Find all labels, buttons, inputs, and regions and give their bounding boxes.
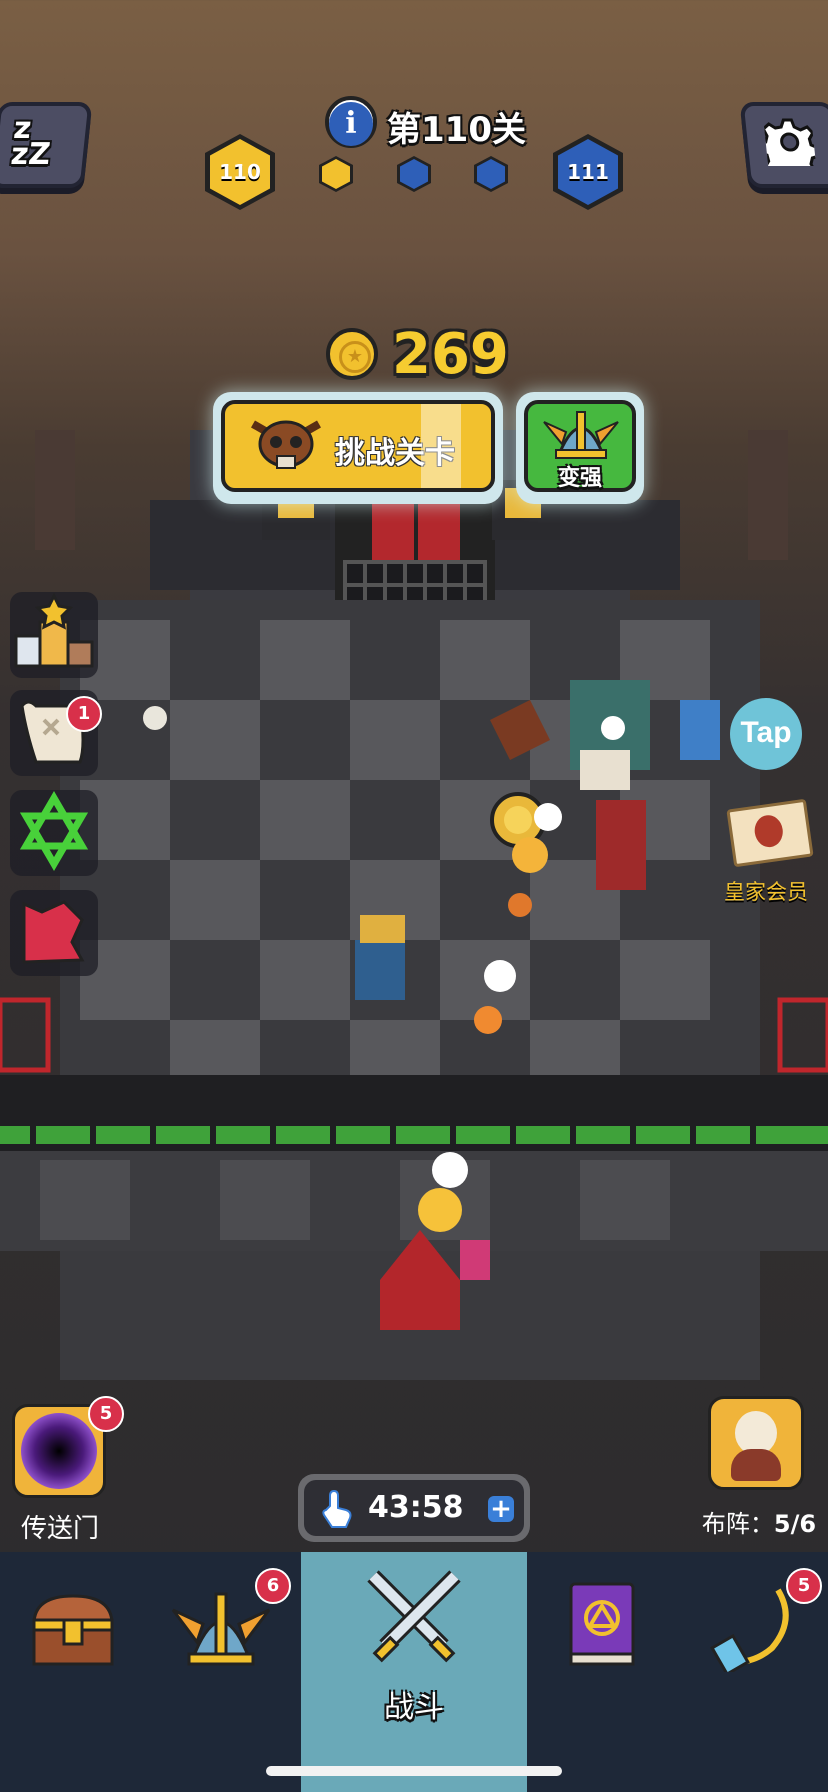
progress-node-pending — [397, 156, 431, 192]
tap-button[interactable]: Tap — [730, 698, 802, 770]
podium-star-icon — [14, 592, 94, 668]
equipment-badge: 5 — [786, 1568, 822, 1604]
challenge-level-button[interactable]: 挑战关卡 — [213, 392, 503, 504]
royal-vip-button[interactable]: 皇家会员 — [716, 798, 816, 910]
vip-card-icon — [726, 798, 814, 868]
portal-button[interactable]: 5 传送门 — [10, 1396, 124, 1544]
upgrade-button[interactable]: 变强 — [516, 392, 644, 504]
settings-button[interactable] — [739, 102, 828, 188]
formation-label: 布阵：5/6 — [684, 1504, 828, 1539]
coin-amount: 269 — [392, 322, 509, 387]
vip-label: 皇家会员 — [724, 880, 808, 904]
gear-icon — [757, 118, 821, 182]
heroes-badge: 6 — [255, 1568, 291, 1604]
progress-node-pending — [474, 156, 508, 192]
formation-button[interactable]: 布阵：5/6 — [696, 1396, 826, 1538]
formation-count: 5/6 — [773, 1510, 817, 1538]
crossed-swords-icon — [359, 1566, 469, 1670]
next-level-hex: 111 — [553, 134, 623, 210]
tap-hand-icon — [318, 1489, 354, 1528]
collapse-menu-button[interactable] — [10, 890, 98, 976]
quest-scroll-button[interactable]: 1 — [10, 690, 102, 776]
progress-node-done — [319, 156, 353, 192]
nav-shop[interactable] — [0, 1552, 152, 1792]
hexagram-icon — [19, 791, 89, 871]
idle-timer: 43:58 + — [298, 1474, 530, 1542]
home-indicator[interactable] — [266, 1766, 562, 1776]
formation-label-text: 布阵： — [701, 1510, 774, 1538]
add-time-button[interactable]: + — [488, 1494, 514, 1524]
current-level-hex: 110 — [205, 134, 275, 210]
timer-value: 43:58 — [368, 1490, 464, 1525]
formation-hero-icon — [708, 1396, 804, 1490]
portal-badge: 5 — [88, 1396, 124, 1432]
nav-spellbook[interactable] — [527, 1552, 681, 1792]
coin-icon: ★ — [326, 328, 378, 380]
nav-battle-label: 战斗 — [384, 1690, 444, 1725]
portal-label: 传送门 — [20, 1514, 99, 1544]
skull-icon — [247, 414, 325, 476]
winged-helmet-icon — [171, 1588, 271, 1670]
tap-label: Tap — [740, 716, 792, 749]
plus-icon: + — [490, 1494, 512, 1524]
scroll-badge: 1 — [66, 696, 102, 732]
sleep-button[interactable]: z zZ — [0, 102, 93, 188]
hexagram-button[interactable] — [10, 790, 98, 876]
level-progress: 110 111 — [205, 134, 625, 214]
coin-reward: ★ 269 — [326, 322, 509, 387]
zzz-icon: z zZ — [9, 111, 53, 172]
nav-equipment[interactable]: 5 — [678, 1552, 828, 1792]
upgrade-label: 变强 — [557, 466, 602, 491]
chest-icon — [28, 1590, 118, 1670]
ranking-button[interactable] — [10, 592, 98, 678]
winged-helmet-icon — [542, 408, 620, 460]
nav-battle[interactable]: 战斗 — [301, 1552, 530, 1792]
nav-heroes[interactable]: 6 — [149, 1552, 304, 1792]
spellbook-icon — [565, 1580, 639, 1670]
amulet-icon — [708, 1582, 798, 1677]
arrow-icon — [22, 900, 85, 964]
